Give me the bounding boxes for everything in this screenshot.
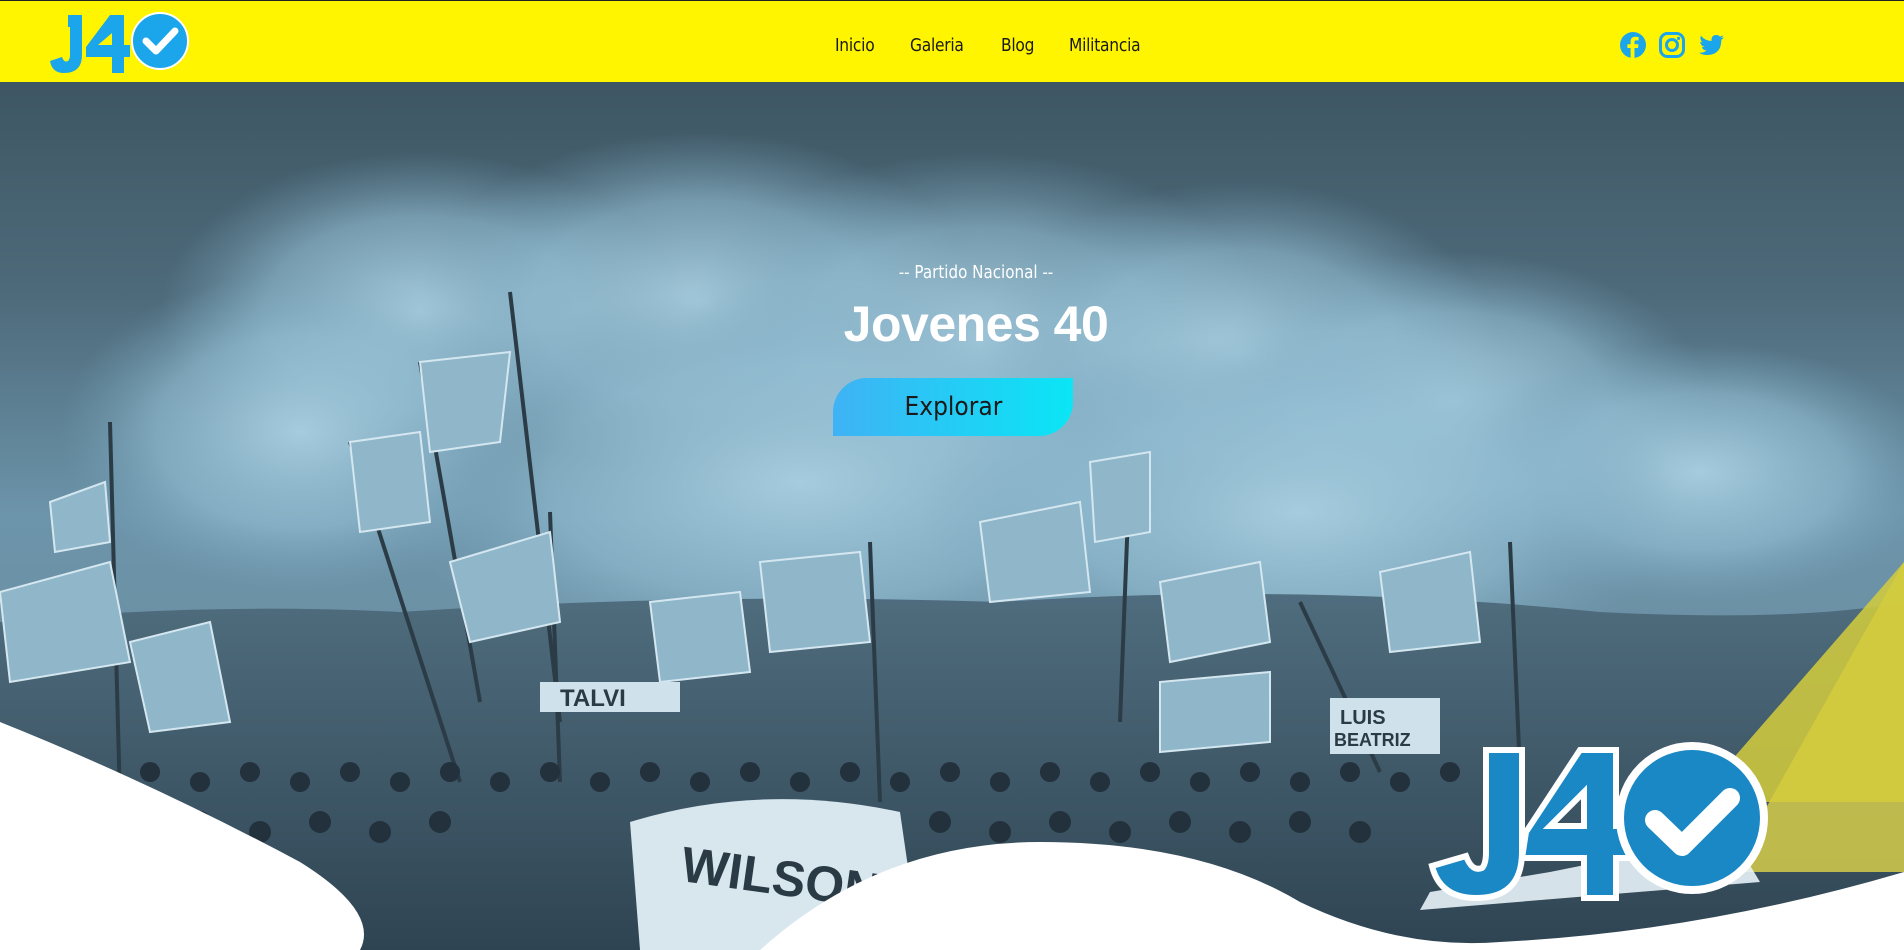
explore-button[interactable]: Explorar [833,378,1073,436]
svg-text:LUIS: LUIS [1340,707,1386,729]
twitter-icon[interactable] [1697,31,1725,59]
main-nav: Inicio Galeria Blog Militancia [835,35,1152,56]
sign-talvi: TALVI [560,685,626,712]
nav-inicio[interactable]: Inicio [835,35,875,56]
svg-text:BEATRIZ: BEATRIZ [1334,730,1411,750]
social-links [1619,31,1725,59]
instagram-icon[interactable] [1658,31,1686,59]
nav-militancia[interactable]: Militancia [1069,35,1141,56]
nav-galeria[interactable]: Galeria [910,35,964,56]
nav-blog[interactable]: Blog [1001,35,1034,56]
hero-section: WILSON TALVI LUIS BEATRIZ -- Partido Nac… [0,82,1904,950]
facebook-icon[interactable] [1619,31,1647,59]
hero-subtitle: -- Partido Nacional -- [898,262,1054,283]
j40-logo[interactable] [48,11,190,75]
hero-background-photo: WILSON TALVI LUIS BEATRIZ [0,132,1904,950]
explore-button-label: Explorar [904,392,1002,422]
navbar: Inicio Galeria Blog Militancia [0,0,1904,82]
hero-content: -- Partido Nacional -- Jovenes 40 [0,262,1904,353]
hero-title: Jovenes 40 [843,296,1109,352]
